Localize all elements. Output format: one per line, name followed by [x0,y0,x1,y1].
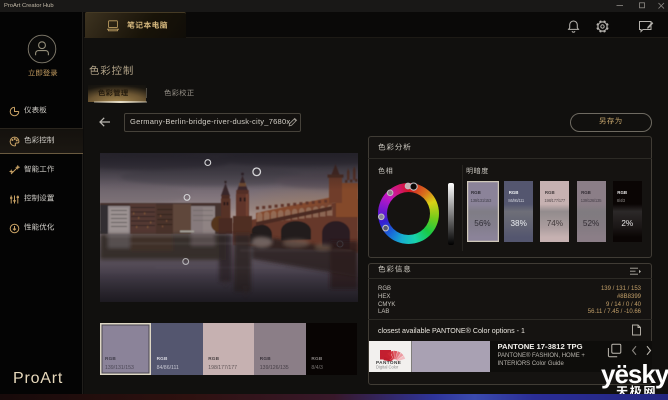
svg-text:Digital Color: Digital Color [376,364,399,369]
